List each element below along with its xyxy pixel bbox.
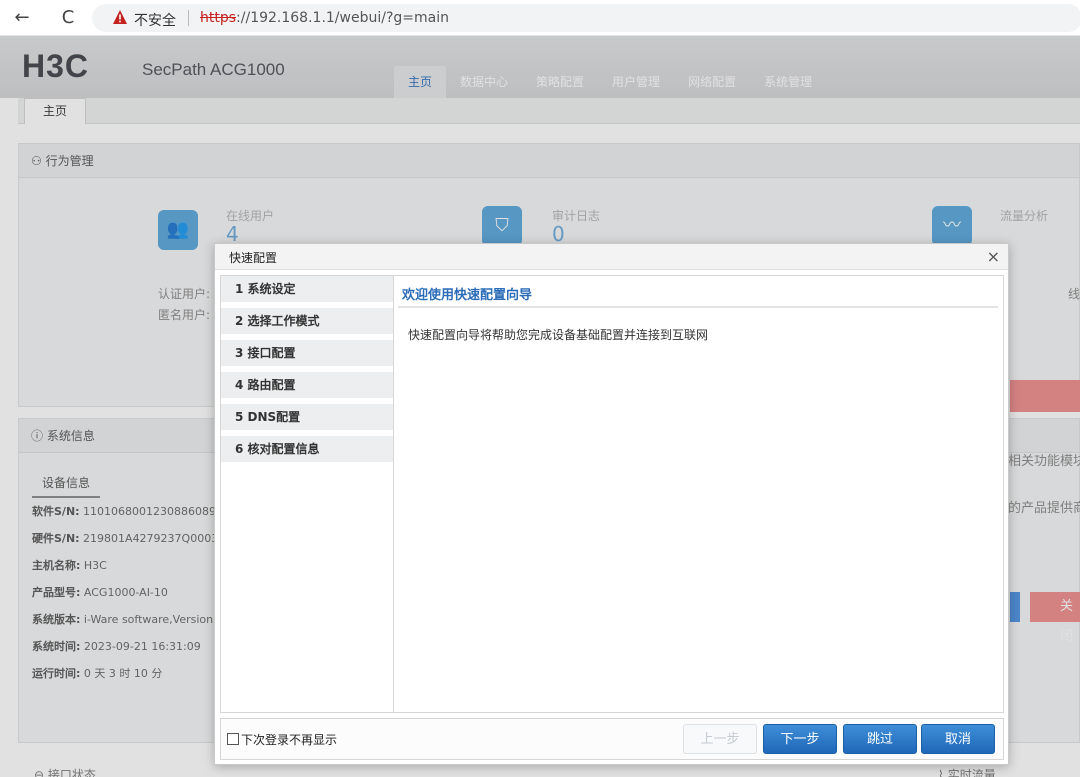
prev-step-button[interactable]: 上一步 — [683, 724, 757, 754]
dialog-header: 快速配置 × — [215, 244, 1008, 270]
wizard-content: 欢迎使用快速配置向导 快速配置向导将帮助您完成设备基础配置并连接到互联网 — [394, 275, 1004, 713]
wizard-steps: 1 系统设定 2 选择工作模式 3 接口配置 4 路由配置 5 DNS配置 6 … — [220, 275, 394, 713]
warning-icon — [113, 10, 127, 24]
step-work-mode[interactable]: 2 选择工作模式 — [221, 308, 393, 334]
step-system-settings[interactable]: 1 系统设定 — [221, 276, 393, 302]
quick-config-dialog: 快速配置 × 1 系统设定 2 选择工作模式 3 接口配置 4 路由配置 5 D… — [214, 243, 1009, 765]
dialog-title: 快速配置 — [229, 251, 278, 265]
skip-button[interactable]: 跳过 — [843, 724, 917, 754]
browser-toolbar: ← C 不安全 https://192.168.1.1/webui/?g=mai… — [0, 0, 1080, 36]
next-step-button[interactable]: 下一步 — [763, 724, 837, 754]
reload-icon[interactable]: C — [56, 6, 80, 30]
close-icon[interactable]: × — [987, 247, 1000, 266]
content-description: 快速配置向导将帮助您完成设备基础配置并连接到互联网 — [408, 328, 709, 342]
url-path: ://192.168.1.1/webui/?g=main — [236, 10, 449, 26]
url-text: https://192.168.1.1/webui/?g=main — [200, 10, 449, 26]
dont-show-label[interactable]: 下次登录不再显示 — [241, 731, 337, 748]
dont-show-checkbox[interactable] — [227, 733, 239, 745]
dialog-footer: 下次登录不再显示 上一步 下一步 跳过 取消 — [220, 718, 1004, 760]
step-routing-config[interactable]: 4 路由配置 — [221, 372, 393, 398]
divider — [188, 10, 189, 26]
address-bar[interactable]: 不安全 https://192.168.1.1/webui/?g=main — [92, 4, 1080, 32]
step-interface-config[interactable]: 3 接口配置 — [221, 340, 393, 366]
content-title: 欢迎使用快速配置向导 — [402, 288, 533, 303]
insecure-label: 不安全 — [134, 13, 176, 29]
back-arrow-icon[interactable]: ← — [10, 6, 34, 30]
url-protocol: https — [200, 10, 237, 26]
step-review-config[interactable]: 6 核对配置信息 — [221, 436, 393, 462]
divider — [398, 306, 998, 308]
step-dns-config[interactable]: 5 DNS配置 — [221, 404, 393, 430]
cancel-button[interactable]: 取消 — [921, 724, 995, 754]
